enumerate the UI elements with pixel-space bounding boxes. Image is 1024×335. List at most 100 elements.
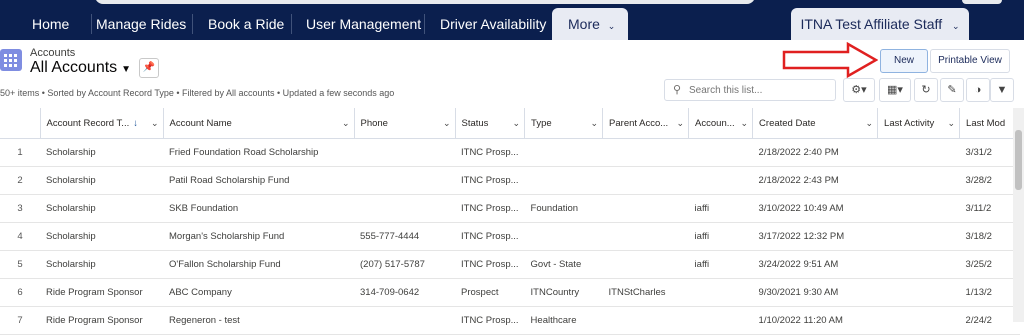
cell-account-owner: iaffi	[688, 250, 753, 279]
cell-activity	[877, 138, 960, 167]
column-header[interactable]: Last Activity ⌄	[877, 108, 961, 139]
column-header[interactable]: Status ⌄	[455, 108, 526, 139]
cell-account-owner	[688, 306, 753, 335]
cell-type: Foundation	[524, 194, 603, 223]
cell-type: ITNCountry	[524, 278, 603, 307]
accounts-table: Account Record T... ↓ ⌄ Account Name ⌄ Phon…	[0, 108, 1021, 335]
column-header[interactable]: Account Name ⌄	[163, 108, 355, 139]
cell-account-owner	[688, 138, 753, 167]
search-icon: ⚲	[673, 84, 682, 96]
cell-account-name[interactable]: Patil Road Scholarship Fund	[163, 166, 354, 195]
chevron-down-icon[interactable]: ⌄	[591, 118, 599, 129]
table-row[interactable]: 7 Ride Program Sponsor Regeneron - test …	[0, 306, 1020, 335]
row-number: 1	[0, 138, 40, 167]
cell-record-type: Ride Program Sponsor	[40, 278, 163, 307]
cell-phone: 314-709-0642	[354, 278, 455, 307]
column-header[interactable]: Type ⌄	[524, 108, 604, 139]
edit-pencil-icon[interactable]: ✎	[940, 78, 964, 102]
cell-type	[524, 222, 603, 251]
cell-account-name[interactable]: O'Fallon Scholarship Fund	[163, 250, 354, 279]
chevron-down-icon[interactable]: ⌄	[443, 118, 451, 129]
tab-manage-rides[interactable]: Manage Rides	[96, 8, 186, 40]
cell-status: ITNC Prosp...	[455, 222, 525, 251]
chevron-down-icon[interactable]: ⌄	[151, 118, 159, 129]
scrollbar-thumb[interactable]	[1015, 130, 1022, 190]
tab-user-management[interactable]: User Management	[306, 8, 421, 40]
tab-more-label: More	[568, 16, 600, 32]
filter-icon[interactable]: ▼	[990, 78, 1014, 102]
nav-divider	[424, 14, 425, 34]
cell-account-name[interactable]: Regeneron - test	[163, 306, 354, 335]
affiliate-switcher[interactable]: ITNA Test Affiliate Staff ⌄	[791, 8, 969, 40]
cell-status: ITNC Prosp...	[455, 166, 525, 195]
cell-last-modified: 3/28/2	[959, 166, 1020, 195]
column-header[interactable]: Account Record T... ↓ ⌄	[40, 108, 164, 139]
list-status-text: 50+ items • Sorted by Account Record Typ…	[0, 88, 395, 98]
table-row[interactable]: 3 Scholarship SKB Foundation ITNC Prosp.…	[0, 194, 1020, 223]
table-row[interactable]: 5 Scholarship O'Fallon Scholarship Fund …	[0, 250, 1020, 279]
table-row[interactable]: 6 Ride Program Sponsor ABC Company 314-7…	[0, 278, 1020, 307]
cell-record-type: Scholarship	[40, 222, 163, 251]
cell-type: Healthcare	[524, 306, 603, 335]
column-header[interactable]: Phone ⌄	[354, 108, 456, 139]
chevron-down-icon[interactable]: ⌄	[866, 118, 874, 129]
breadcrumb[interactable]: Accounts	[30, 47, 75, 59]
cell-last-modified: 3/31/2	[959, 138, 1020, 167]
cell-activity	[877, 194, 960, 223]
new-button[interactable]: New	[880, 49, 928, 73]
cell-activity	[877, 278, 960, 307]
refresh-icon[interactable]: ↻	[914, 78, 938, 102]
cell-activity	[877, 166, 960, 195]
cell-account-owner: iaffi	[688, 222, 753, 251]
printable-view-button[interactable]: Printable View	[930, 49, 1010, 73]
cell-last-modified: 3/25/2	[959, 250, 1020, 279]
cell-type: Govt - State	[524, 250, 603, 279]
cell-parent	[602, 250, 689, 279]
cell-record-type: Ride Program Sponsor	[40, 306, 163, 335]
table-row[interactable]: 4 Scholarship Morgan's Scholarship Fund …	[0, 222, 1020, 251]
nav-divider	[291, 14, 292, 34]
cell-account-name[interactable]: ABC Company	[163, 278, 354, 307]
table-row[interactable]: 2 Scholarship Patil Road Scholarship Fun…	[0, 166, 1020, 195]
chevron-down-icon[interactable]: ⌄	[342, 118, 350, 129]
search-input[interactable]	[687, 82, 831, 98]
chevron-down-icon[interactable]: ⌄	[513, 118, 521, 129]
tab-more[interactable]: More ⌄	[552, 8, 628, 40]
cell-account-owner: iaffi	[688, 194, 753, 223]
chevron-down-icon[interactable]: ⌄	[948, 118, 956, 129]
table-header-row: Account Record T... ↓ ⌄ Account Name ⌄ Phon…	[0, 108, 1021, 139]
chart-icon[interactable]: ◑	[966, 78, 990, 102]
pin-icon[interactable]: 📌	[139, 58, 159, 78]
list-view-title[interactable]: All Accounts ▼	[30, 59, 131, 77]
cell-account-name[interactable]: Fried Foundation Road Scholarship	[163, 138, 354, 167]
column-header[interactable]: Accoun... ⌄	[688, 108, 754, 139]
cell-phone	[354, 166, 455, 195]
cell-status: ITNC Prosp...	[455, 194, 525, 223]
cell-account-name[interactable]: SKB Foundation	[163, 194, 354, 223]
cell-status: ITNC Prosp...	[455, 306, 525, 335]
cell-parent	[602, 194, 689, 223]
chevron-down-icon: ⌄	[951, 21, 960, 31]
row-number: 5	[0, 250, 40, 279]
cell-parent	[602, 166, 689, 195]
vertical-scrollbar[interactable]	[1013, 108, 1024, 322]
cell-phone: (207) 517-5787	[354, 250, 455, 279]
cell-created: 3/10/2022 10:49 AM	[752, 194, 878, 223]
column-header[interactable]: Created Date ⌄	[752, 108, 879, 139]
display-as-table-icon[interactable]: ▦▾	[879, 78, 911, 102]
cell-status: ITNC Prosp...	[455, 138, 525, 167]
tab-home[interactable]: Home	[32, 8, 69, 40]
tab-driver-availability[interactable]: Driver Availability	[440, 8, 550, 40]
chevron-down-icon[interactable]: ⌄	[741, 118, 749, 129]
cell-created: 3/24/2022 9:51 AM	[752, 250, 878, 279]
tab-book-a-ride[interactable]: Book a Ride	[208, 8, 285, 40]
column-header[interactable]: Last Mod	[959, 108, 1021, 139]
list-settings-icon[interactable]: ⚙▾	[843, 78, 875, 102]
table-row[interactable]: 1 Scholarship Fried Foundation Road Scho…	[0, 138, 1020, 167]
column-header[interactable]: Parent Acco... ⌄	[602, 108, 690, 139]
cell-last-modified: 3/18/2	[959, 222, 1020, 251]
chevron-down-icon[interactable]: ⌄	[677, 118, 685, 129]
search-box[interactable]: ⚲	[664, 79, 836, 101]
cell-phone	[354, 306, 455, 335]
cell-account-name[interactable]: Morgan's Scholarship Fund	[163, 222, 354, 251]
